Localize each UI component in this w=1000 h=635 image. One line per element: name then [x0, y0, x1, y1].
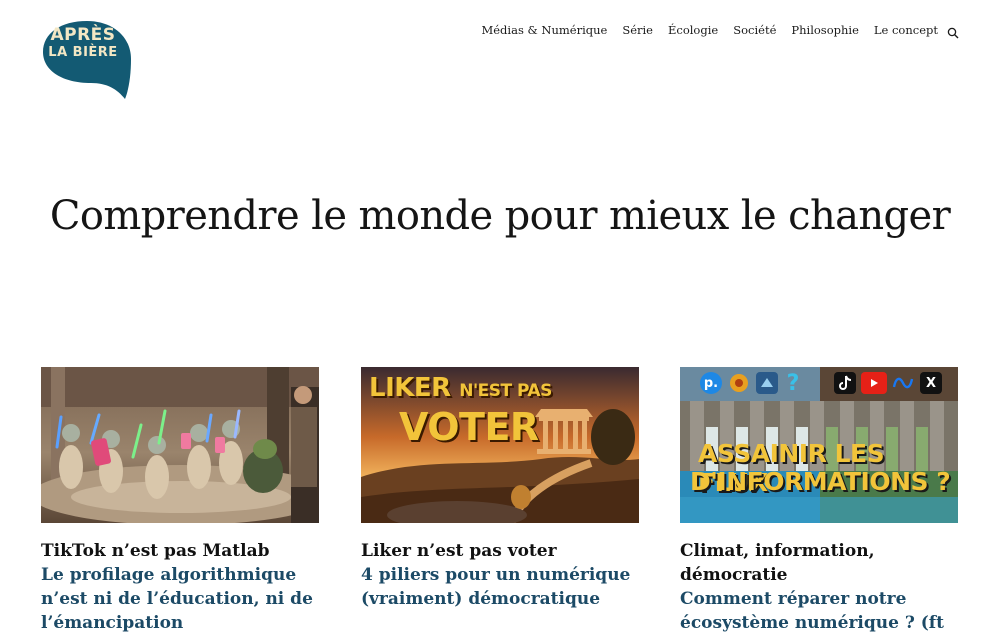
nav-item-societe[interactable]: Société	[733, 23, 776, 37]
search-icon[interactable]	[947, 24, 959, 39]
logo-line-1: APRÈS	[50, 25, 116, 45]
article-subtitle[interactable]: 4 piliers pour un numérique (vraiment) d…	[361, 563, 639, 611]
meta-icon	[892, 372, 914, 394]
article-thumbnail[interactable]: p. ? X ASSAINIR LES FLUX D'INFORMATIONS …	[680, 367, 958, 523]
article-title[interactable]: Liker n’est pas voter	[361, 539, 639, 563]
thumbnail-text-line2: D'INFORMATIONS ?	[690, 467, 951, 496]
nav-item-serie[interactable]: Série	[622, 23, 653, 37]
article-card: TikTok n’est pas Matlab Le profilage alg…	[41, 367, 319, 635]
thumbnail-headline: LIKER N'EST PAS	[369, 373, 552, 403]
nav-item-le-concept[interactable]: Le concept	[874, 23, 938, 37]
article-subtitle[interactable]: Comment réparer notre écosystème numériq…	[680, 587, 958, 635]
article-subtitle[interactable]: Le profilage algorithmique n’est ni de l…	[41, 563, 319, 635]
question-mark-icon: ?	[786, 370, 800, 396]
site-logo[interactable]: APRÈS LA BIÈRE	[41, 19, 133, 99]
logo-wordmark: APRÈS LA BIÈRE	[41, 25, 125, 60]
thumbnail-text-liker: LIKER	[369, 373, 451, 403]
article-card: LIKER N'EST PAS VOTER Liker n’est pas vo…	[361, 367, 639, 611]
article-title[interactable]: TikTok n’est pas Matlab	[41, 539, 319, 563]
main-navigation: Médias & Numérique Série Écologie Sociét…	[466, 23, 959, 39]
article-thumbnail[interactable]	[41, 367, 319, 523]
page-title: Comprendre le monde pour mieux le change…	[49, 193, 951, 239]
x-icon: X	[920, 372, 942, 394]
pixelfed-icon: p.	[700, 372, 722, 394]
thumbnail-text-nest-pas: N'EST PAS	[459, 381, 552, 401]
flower-icon	[728, 372, 750, 394]
nav-item-medias-numerique[interactable]: Médias & Numérique	[481, 23, 607, 37]
nav-item-ecologie[interactable]: Écologie	[668, 23, 718, 37]
youtube-icon	[861, 372, 887, 394]
article-title[interactable]: Climat, information, démocratie	[680, 539, 958, 587]
article-card: p. ? X ASSAINIR LES FLUX D'INFORMATIONS …	[680, 367, 958, 635]
bluesky-icon	[756, 372, 778, 394]
thumbnail-text-voter: VOTER	[399, 405, 539, 449]
article-thumbnail[interactable]: LIKER N'EST PAS VOTER	[361, 367, 639, 523]
tiktok-icon	[834, 372, 856, 394]
logo-line-2: LA BIÈRE	[48, 45, 118, 60]
nav-item-philosophie[interactable]: Philosophie	[791, 23, 859, 37]
